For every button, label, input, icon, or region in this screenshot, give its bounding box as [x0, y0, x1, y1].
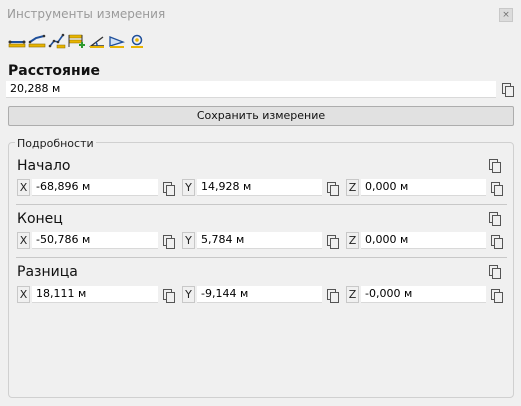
copy-start-icon[interactable] — [489, 158, 501, 173]
save-measurement-button[interactable]: Сохранить измерение — [8, 106, 514, 126]
copy-end-z-icon[interactable] — [491, 234, 503, 249]
start-y-field[interactable]: 14,928 м — [197, 179, 322, 196]
title-bar: Инструменты измерения × — [0, 0, 521, 30]
start-x-field[interactable]: -68,896 м — [32, 179, 158, 196]
difference-x-field[interactable]: 18,111 м — [32, 286, 158, 303]
start-x-axis-label: X — [17, 179, 30, 196]
difference-z-field[interactable]: -0,000 м — [361, 286, 486, 303]
copy-end-icon[interactable] — [489, 211, 501, 226]
measure-angle-icon[interactable] — [88, 33, 106, 49]
copy-start-z-icon[interactable] — [491, 181, 503, 196]
separator — [16, 257, 507, 258]
close-icon[interactable]: × — [499, 8, 513, 22]
copy-difference-x-icon[interactable] — [163, 288, 175, 303]
difference-label: Разница — [17, 264, 78, 280]
end-x-field[interactable]: -50,786 м — [32, 232, 158, 249]
end-y-axis-label: Y — [182, 232, 195, 249]
copy-distance-icon[interactable] — [502, 82, 514, 97]
copy-difference-icon[interactable] — [489, 264, 501, 279]
copy-start-y-icon[interactable] — [327, 181, 339, 196]
end-z-axis-label: Z — [346, 232, 359, 249]
copy-difference-z-icon[interactable] — [491, 288, 503, 303]
copy-end-y-icon[interactable] — [327, 234, 339, 249]
start-label: Начало — [17, 158, 71, 174]
separator — [16, 204, 507, 205]
measure-polyline-icon[interactable] — [28, 33, 46, 49]
start-y-axis-label: Y — [182, 179, 195, 196]
distance-value-field[interactable]: 20,288 м — [6, 81, 496, 98]
start-z-axis-label: Z — [346, 179, 359, 196]
end-y-field[interactable]: 5,784 м — [197, 232, 322, 249]
difference-y-axis-label: Y — [182, 286, 195, 303]
measure-area-icon[interactable] — [108, 33, 126, 49]
end-z-field[interactable]: 0,000 м — [361, 232, 486, 249]
details-legend: Подробности — [15, 137, 96, 150]
difference-y-field[interactable]: -9,144 м — [197, 286, 322, 303]
copy-end-x-icon[interactable] — [163, 234, 175, 249]
difference-z-axis-label: Z — [346, 286, 359, 303]
measure-path-icon[interactable] — [48, 33, 66, 49]
difference-x-axis-label: X — [17, 286, 30, 303]
end-x-axis-label: X — [17, 232, 30, 249]
start-z-field[interactable]: 0,000 м — [361, 179, 486, 196]
copy-difference-y-icon[interactable] — [327, 288, 339, 303]
measure-distance-icon[interactable] — [8, 33, 26, 49]
end-label: Конец — [17, 211, 63, 227]
copy-start-x-icon[interactable] — [163, 181, 175, 196]
distance-label: Расстояние — [8, 63, 101, 79]
window-title: Инструменты измерения — [7, 7, 166, 21]
measure-point-icon[interactable] — [128, 33, 146, 49]
measure-add-points-icon[interactable] — [68, 33, 86, 49]
